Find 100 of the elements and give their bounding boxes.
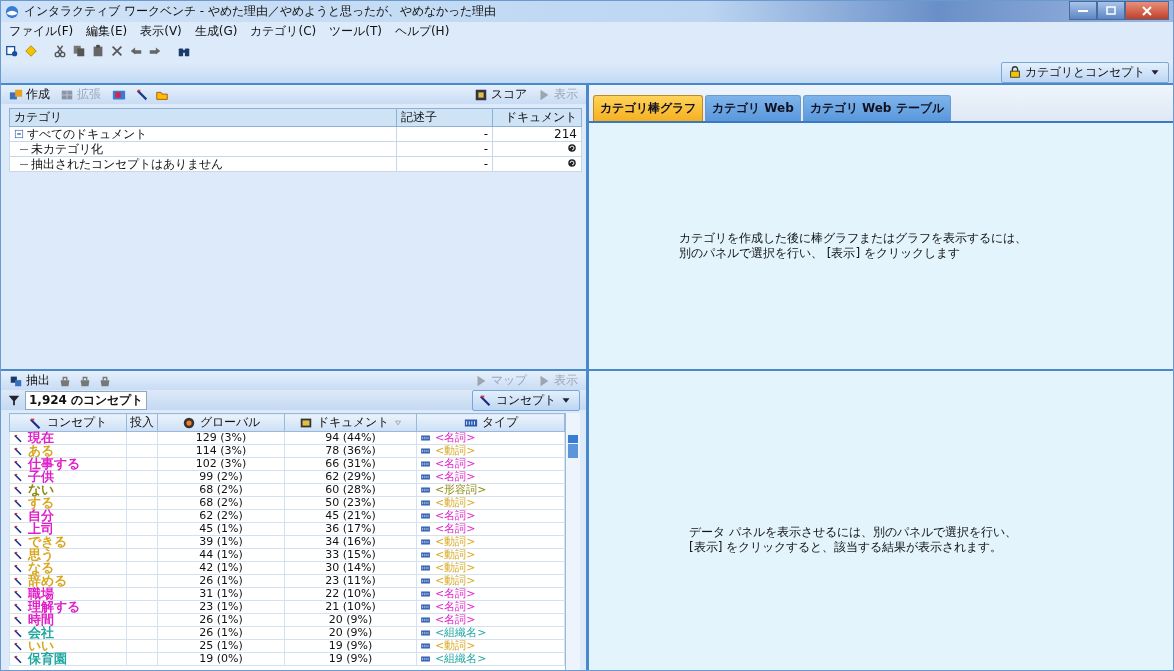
- concept-icon: [13, 485, 24, 495]
- table-cell: 129 (3%): [157, 431, 285, 445]
- window-title: インタラクティブ ワークベンチ - やめた理由／やめようと思ったが、やめなかった理由: [24, 3, 496, 20]
- table-cell: 68 (2%): [157, 483, 285, 497]
- globe-icon: [182, 415, 196, 430]
- menu-item[interactable]: ファイル(F): [9, 23, 74, 40]
- type-label: <名詞>: [435, 510, 476, 522]
- tag-icon: [420, 498, 431, 508]
- tag-icon: [420, 615, 431, 625]
- delete-icon[interactable]: [110, 44, 124, 58]
- tag-icon: [420, 472, 431, 482]
- table-cell: 45 (1%): [157, 522, 285, 536]
- view-selector[interactable]: カテゴリとコンセプト: [1001, 61, 1169, 83]
- table-cell: 22 (10%): [284, 587, 417, 601]
- column-header[interactable]: 記述子: [396, 108, 493, 127]
- table-cell: -: [396, 126, 493, 142]
- category-name[interactable]: 未カテゴリ化: [31, 142, 103, 156]
- wand-icon[interactable]: [135, 87, 149, 102]
- minimize-icon: [1078, 9, 1088, 12]
- table-cell: 99 (2%): [157, 470, 285, 484]
- menu-item[interactable]: カテゴリ(C): [250, 23, 317, 40]
- table-cell: 33 (15%): [284, 548, 417, 562]
- tag-icon: [420, 563, 431, 573]
- table-cell: 102 (3%): [157, 457, 285, 471]
- tab[interactable]: カテゴリ Web テーブル: [802, 95, 951, 121]
- tag-icon: [420, 433, 431, 443]
- concept-icon: [13, 459, 24, 469]
- info-message: カテゴリを作成した後に棒グラフまたはグラフを表示するには、 別のパネルで選択を行い、 [表示] をクリックします: [679, 231, 1027, 261]
- type-label: <組織名>: [435, 627, 487, 639]
- filter-field[interactable]: 1,924 のコンセプト: [25, 390, 148, 410]
- scrollbar[interactable]: [565, 413, 580, 670]
- table-cell: 20 (9%): [284, 613, 417, 627]
- concept-name[interactable]: 現在: [28, 432, 54, 444]
- menu-item[interactable]: ヘルプ(H): [394, 23, 450, 40]
- concept-name[interactable]: 上司: [28, 523, 54, 535]
- concept-name[interactable]: 時間: [28, 614, 54, 626]
- concept-name[interactable]: 職場: [28, 588, 54, 600]
- concept-icon: [13, 628, 24, 638]
- cut-icon[interactable]: [53, 44, 67, 58]
- type-label: <組織名>: [435, 653, 487, 665]
- concept-icon: [13, 654, 24, 664]
- concept-icon: [13, 433, 24, 443]
- concept-dropdown[interactable]: コンセプト: [472, 389, 580, 411]
- type-label: <名詞>: [435, 601, 476, 613]
- extract-button[interactable]: 抽出: [7, 372, 52, 389]
- concept-icon: [13, 641, 24, 651]
- table-cell: 62 (29%): [284, 470, 417, 484]
- tab[interactable]: カテゴリ Web: [705, 95, 801, 121]
- toolbar-button[interactable]: スコア: [472, 86, 529, 103]
- tag-icon: [420, 459, 431, 469]
- table-cell: 26 (1%): [157, 613, 285, 627]
- collapse-icon[interactable]: [14, 129, 24, 139]
- table-cell: 36 (17%): [284, 522, 417, 536]
- concept-icon: [13, 615, 24, 625]
- tag-icon: [420, 524, 431, 534]
- table-cell: 21 (10%): [284, 600, 417, 614]
- tag-icon: [420, 576, 431, 586]
- table-cell: 50 (23%): [284, 496, 417, 510]
- concept-name[interactable]: ない: [28, 484, 54, 496]
- concept-name[interactable]: 自分: [28, 510, 54, 522]
- sort-icon: [392, 417, 403, 428]
- concept-icon: [13, 472, 24, 482]
- concept-icon: [13, 511, 24, 521]
- maximize-button[interactable]: [1097, 1, 1125, 20]
- minimize-button[interactable]: [1069, 1, 1097, 20]
- concept-icon: [13, 498, 24, 508]
- tag-icon: [420, 446, 431, 456]
- concept-icon: [13, 537, 24, 547]
- close-button[interactable]: [1125, 1, 1169, 20]
- column-header[interactable]: カテゴリ: [9, 108, 397, 127]
- tag-icon: [420, 628, 431, 638]
- table-cell: 25 (1%): [157, 639, 285, 653]
- table-cell: 78 (36%): [284, 444, 417, 458]
- tag-icon: [420, 602, 431, 612]
- concept-name[interactable]: 子供: [28, 471, 54, 483]
- menu-item[interactable]: 編集(E): [86, 23, 128, 40]
- tag-icon: [420, 589, 431, 599]
- table-cell: 114 (3%): [157, 444, 285, 458]
- menu-item[interactable]: 表示(V): [140, 23, 182, 40]
- menu-item[interactable]: 生成(G): [194, 23, 238, 40]
- toolbar-button[interactable]: 作成: [7, 86, 52, 103]
- table-cell: 66 (31%): [284, 457, 417, 471]
- table-cell: 31 (1%): [157, 587, 285, 601]
- concept-icon: [479, 393, 493, 407]
- app-icon: [5, 4, 19, 19]
- type-label: <名詞>: [435, 523, 476, 535]
- table-cell: 68 (2%): [157, 496, 285, 510]
- table-cell: 20 (9%): [284, 626, 417, 640]
- pending-icon: [567, 143, 577, 153]
- copy-icon[interactable]: [72, 44, 86, 58]
- tab[interactable]: カテゴリ棒グラフ: [593, 95, 703, 121]
- menu-item[interactable]: ツール(T): [329, 23, 382, 40]
- table-cell: 42 (1%): [157, 561, 285, 575]
- type-label: <名詞>: [435, 471, 476, 483]
- concept-icon: [13, 550, 24, 560]
- paste-icon[interactable]: [91, 44, 105, 58]
- table-cell: 26 (1%): [157, 626, 285, 640]
- filter-icon[interactable]: [7, 393, 21, 407]
- new-category-icon[interactable]: [5, 44, 19, 58]
- column-header[interactable]: ドキュメント: [492, 108, 582, 127]
